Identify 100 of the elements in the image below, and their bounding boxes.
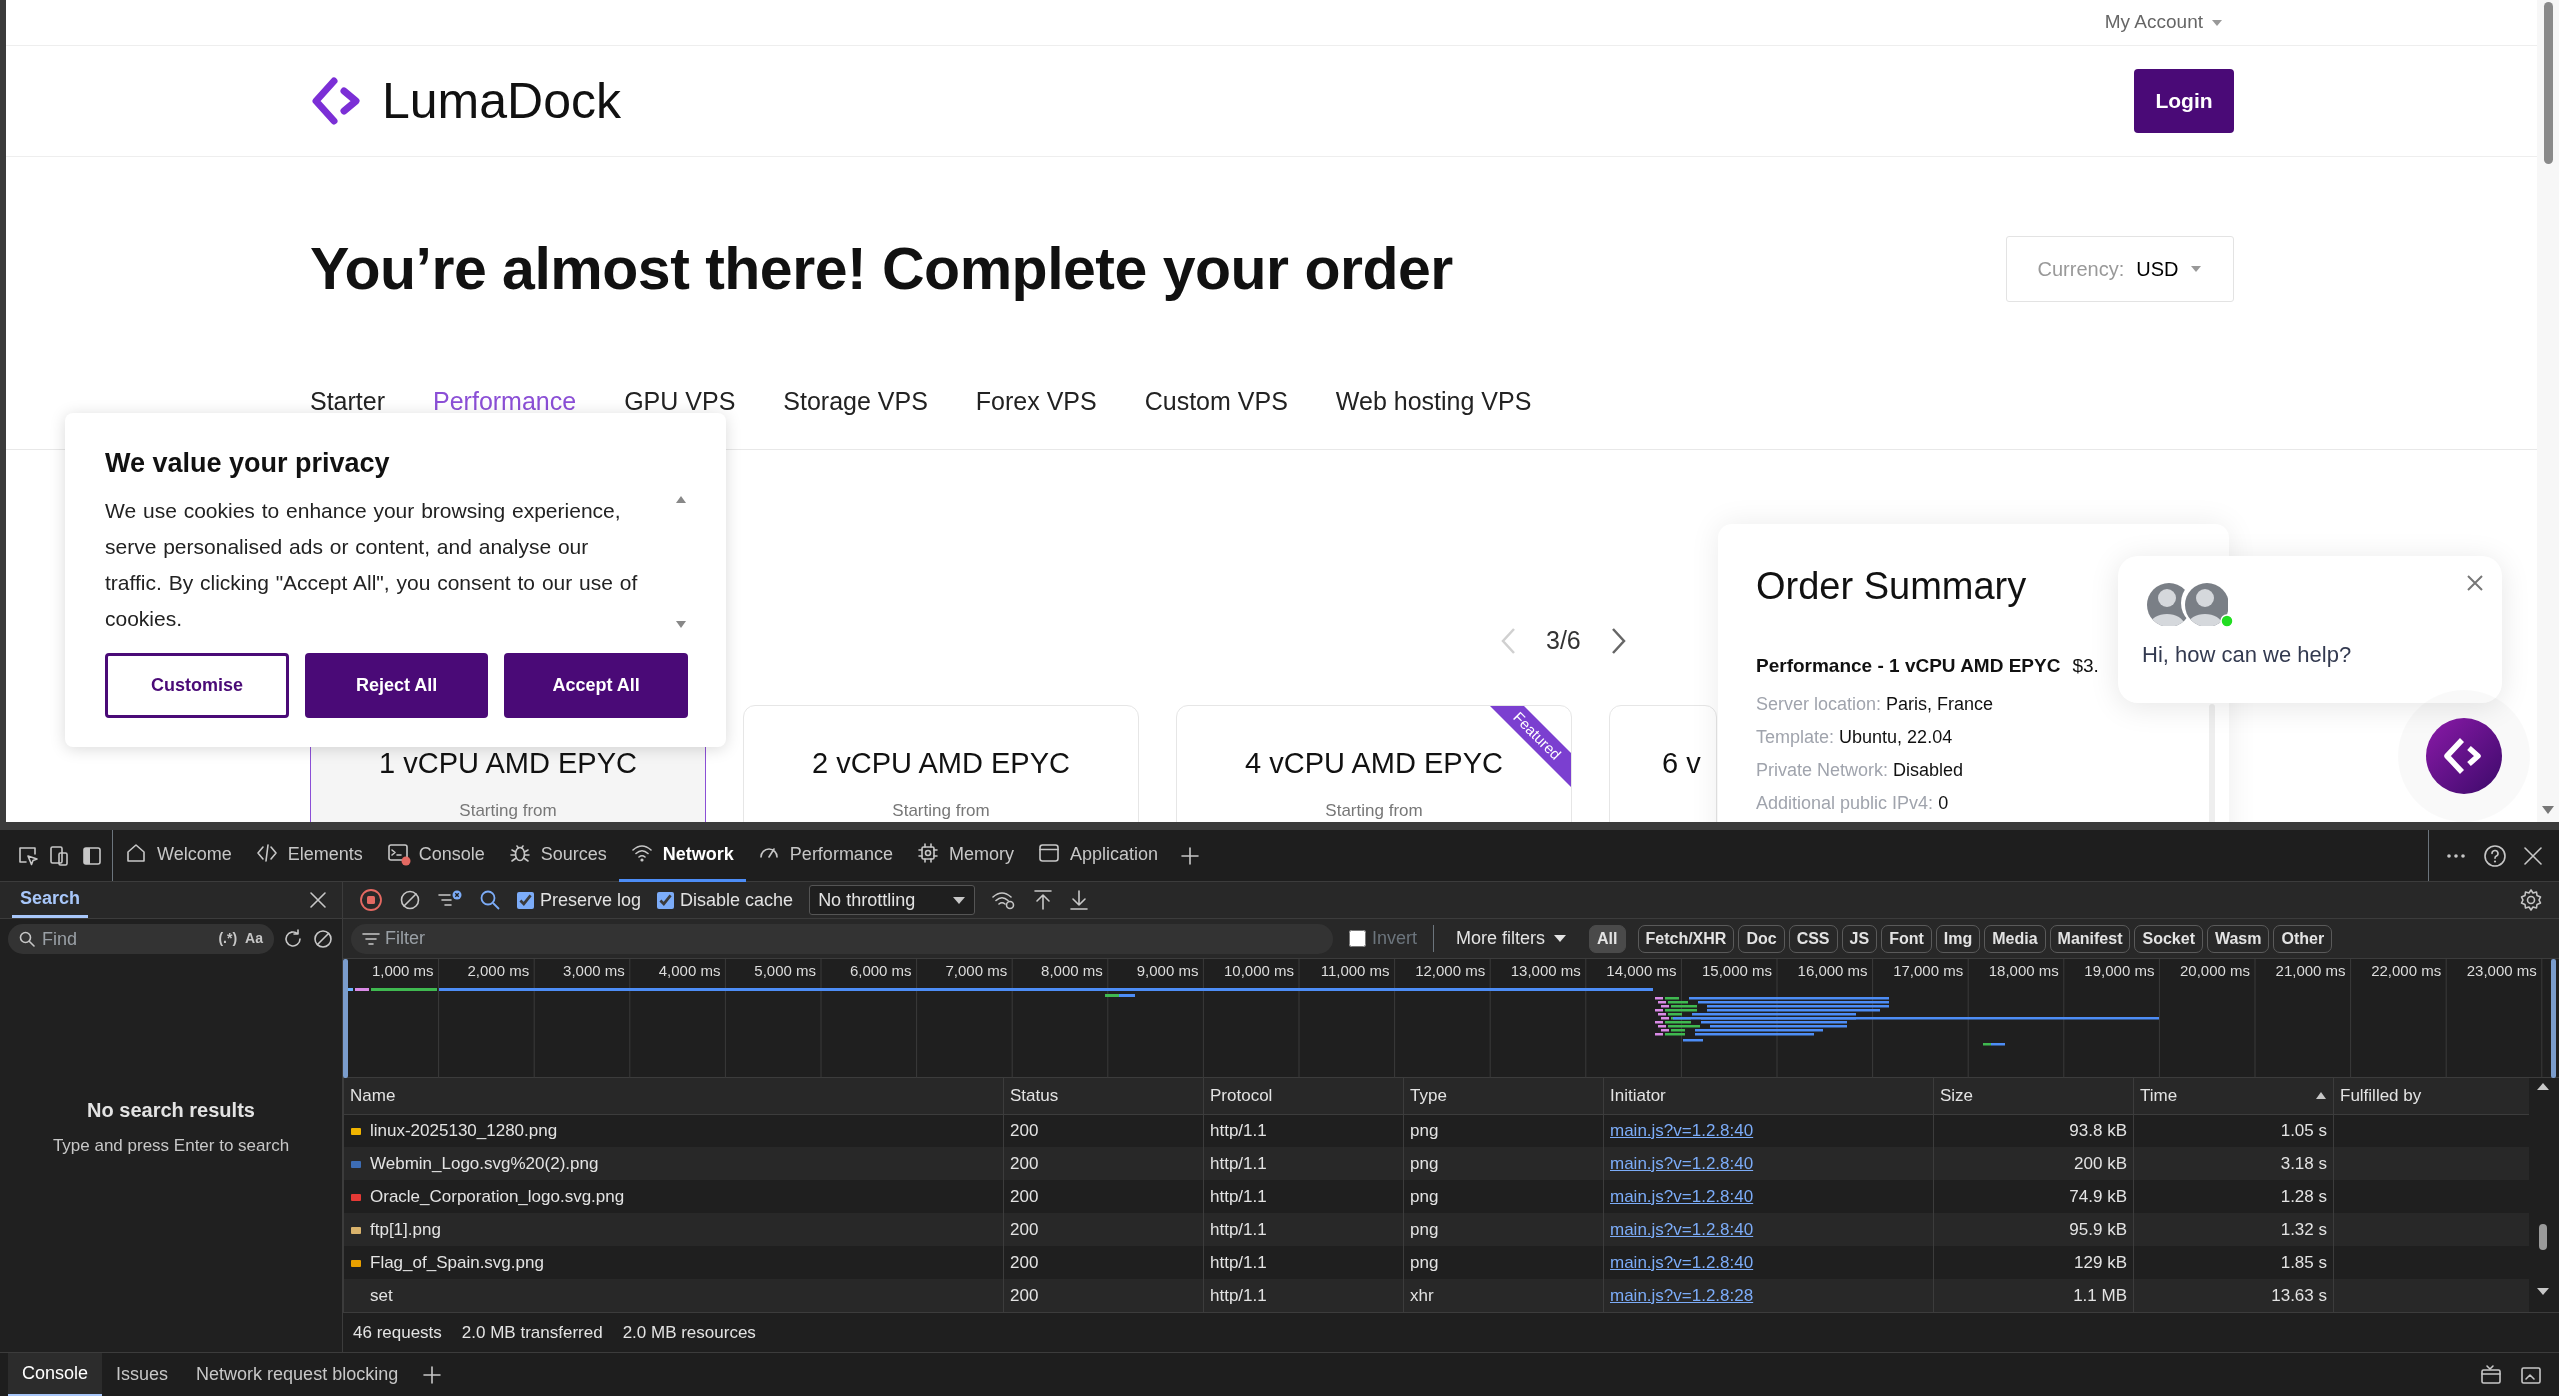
type-filter[interactable]: Font [1881,924,1932,953]
caret-icon [1553,934,1568,943]
devtools-tab[interactable]: Memory [904,829,1026,882]
login-button[interactable]: Login [2134,69,2234,133]
chat-message: Hi, how can we help? [2142,641,2353,669]
drawer-tab[interactable]: Issues [102,1353,183,1396]
close-icon[interactable] [308,890,328,910]
type-filter[interactable]: CSS [1788,924,1838,953]
refresh-icon[interactable] [282,928,304,950]
column-header[interactable]: Fulfilled by [2333,1078,2529,1114]
column-header[interactable]: Initiator [1603,1078,1934,1114]
drawer-tab[interactable]: Console [8,1353,103,1396]
tick-label: 12,000 ms [1415,962,1486,979]
settings-icon[interactable] [2519,888,2543,912]
filter-field[interactable]: Filter [351,923,1333,954]
more-filters-button[interactable]: More filters [1450,924,1574,953]
type-filter[interactable]: Socket [2134,924,2203,953]
clear-icon[interactable] [312,928,334,950]
table-cell: png [1403,1213,1604,1246]
dock-drawer-icon[interactable] [2479,1363,2503,1386]
column-header[interactable]: Protocol [1203,1078,1404,1114]
range-handle[interactable] [343,959,348,1078]
detail-line: Template: Ubuntu, 22.04 [1756,726,1954,750]
caret-icon [2190,265,2203,273]
category-tab[interactable]: Performance [433,387,577,416]
table-cell: http/1.1 [1203,1147,1404,1180]
devtools-tab[interactable]: Welcome [113,829,244,882]
plan-title: 2 vCPU AMD EPYC [812,746,1070,780]
type-filter[interactable]: Wasm [2206,924,2270,953]
column-header[interactable]: Type [1403,1078,1604,1114]
plus-icon[interactable] [1180,845,1200,866]
cookie-button[interactable]: Reject All [304,653,489,719]
column-header[interactable]: Size [1933,1078,2134,1114]
tick-label: 9,000 ms [1136,962,1199,979]
throttling-select[interactable]: No throttling [809,885,976,915]
devtools-tab[interactable]: Elements [243,829,375,882]
tick-label: 18,000 ms [1988,962,2059,979]
clear-icon[interactable] [399,889,421,911]
download-icon[interactable] [1069,889,1090,911]
devtools-tab[interactable]: Sources [496,829,619,882]
initiator-link[interactable]: main.js?v=1.2.8:40 [1610,1121,1754,1140]
drawer-tab[interactable]: Network request blocking [182,1353,413,1396]
category-tab[interactable]: Web hosting VPS [1335,387,1532,416]
empty-title: No search results [86,1098,256,1123]
category-tab[interactable]: GPU VPS [624,387,736,416]
close-icon[interactable] [2466,574,2484,592]
type-filter[interactable]: Media [1984,924,2046,953]
chevron-right-icon[interactable] [1610,627,1627,655]
type-filter[interactable]: Img [1935,924,1981,953]
table-cell: png [1403,1147,1604,1180]
search-icon[interactable] [479,889,501,911]
checkbox-label: Invert [1372,927,1418,950]
category-tab[interactable]: Forex VPS [975,387,1097,416]
type-filter[interactable]: JS [1841,924,1878,953]
type-filter[interactable]: Manifest [2049,924,2131,953]
column-header[interactable]: Status [1003,1078,1204,1114]
column-header[interactable]: Time [2133,1078,2334,1114]
close-icon[interactable] [2523,845,2543,866]
initiator-link[interactable]: main.js?v=1.2.8:40 [1610,1252,1754,1272]
devtools-tab[interactable]: Console [374,829,497,882]
table-cell: 1.1 MB [1933,1279,2134,1312]
category-tab[interactable]: Custom VPS [1144,387,1288,416]
checkbox[interactable] [517,891,534,909]
cookie-button[interactable]: Accept All [504,653,688,719]
plan-card[interactable]: 6 v [1609,705,1717,822]
tick-label: 19,000 ms [2084,962,2155,979]
devtools-tab[interactable]: Performance [745,829,905,882]
cookie-button[interactable]: Customise [105,653,289,719]
currency-select[interactable]: Currency: USD [2006,236,2234,302]
case-toggle[interactable]: Aa [242,928,266,949]
initiator-link[interactable]: main.js?v=1.2.8:40 [1610,1186,1754,1206]
tick-label: 1,000 ms [371,962,434,979]
plan-title: 1 vCPU AMD EPYC [379,746,637,780]
upload-icon[interactable] [1033,889,1054,911]
account-menu[interactable]: My Account [2098,7,2229,38]
type-filter[interactable]: Other [2273,924,2333,953]
checkbox-label: Preserve log [540,888,642,912]
tick-label: 7,000 ms [945,962,1008,979]
category-tab[interactable]: Storage VPS [783,387,928,416]
type-filter[interactable]: All [1589,924,1626,953]
tick-label: 13,000 ms [1510,962,1581,979]
column-header[interactable]: Name [343,1078,1004,1114]
regex-toggle[interactable]: (.*) [215,928,241,949]
file-name: Flag_of_Spain.svg.png [370,1251,544,1274]
range-handle[interactable] [2551,959,2556,1078]
tick-label: 11,000 ms [1320,962,1390,979]
record-icon[interactable] [359,888,383,912]
table-cell: 95.9 kB [1933,1213,2134,1246]
plus-icon[interactable] [422,1364,443,1385]
plan-card[interactable]: 2 vCPU AMD EPYC Starting from [743,705,1139,822]
category-tab[interactable]: Starter [310,387,386,416]
file-name: set [370,1284,393,1307]
type-filter[interactable]: Doc [1738,924,1785,953]
help-icon[interactable] [2483,843,2507,868]
panel-title: Order Summary [1756,564,2027,609]
checkbox[interactable] [657,891,675,909]
tick-label: 21,000 ms [2275,962,2346,979]
devtools-tab[interactable]: Application [1025,829,1170,882]
checkbox[interactable] [1349,930,1366,947]
type-filter[interactable]: Fetch/XHR [1637,924,1735,953]
